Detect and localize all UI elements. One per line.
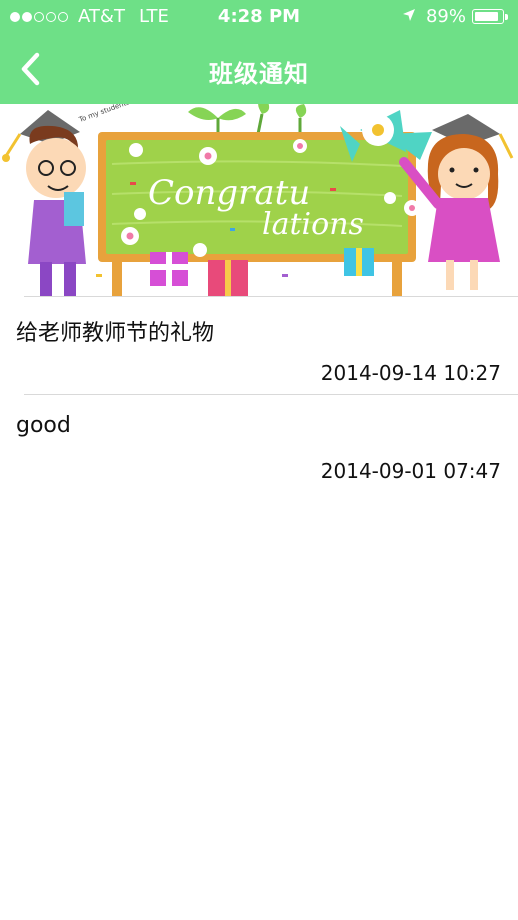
- notice-item[interactable]: 给老师教师节的礼物 2014-09-14 10:27: [0, 297, 518, 394]
- nav-bar: 班级通知: [0, 34, 518, 104]
- header: AT&T LTE 4:28 PM 89% 班级通知: [0, 0, 518, 104]
- notice-title: good: [16, 413, 71, 438]
- notice-list: 给老师教师节的礼物 2014-09-14 10:27 good 2014-09-…: [0, 297, 518, 492]
- congratulations-banner: Congratu lations To my students: [0, 104, 518, 297]
- notice-date: 2014-09-14 10:27: [320, 361, 501, 385]
- battery-icon: [472, 9, 504, 24]
- location-arrow-icon: [402, 6, 416, 27]
- battery-percent: 89%: [425, 6, 466, 27]
- status-right: 89%: [402, 6, 508, 27]
- battery-nub: [505, 13, 508, 20]
- status-bar: AT&T LTE 4:28 PM 89%: [0, 0, 518, 34]
- notice-title: 给老师教师节的礼物: [16, 321, 215, 346]
- banner-illustration: Congratu lations To my students: [2, 104, 518, 297]
- notice-item[interactable]: good 2014-09-01 07:47: [0, 395, 518, 492]
- banner-text-line2: lations: [262, 207, 364, 242]
- banner-small-text: To my students: [77, 104, 131, 124]
- page-title: 班级通知: [209, 60, 309, 88]
- notice-date: 2014-09-01 07:47: [320, 459, 501, 483]
- battery-fill: [475, 12, 498, 21]
